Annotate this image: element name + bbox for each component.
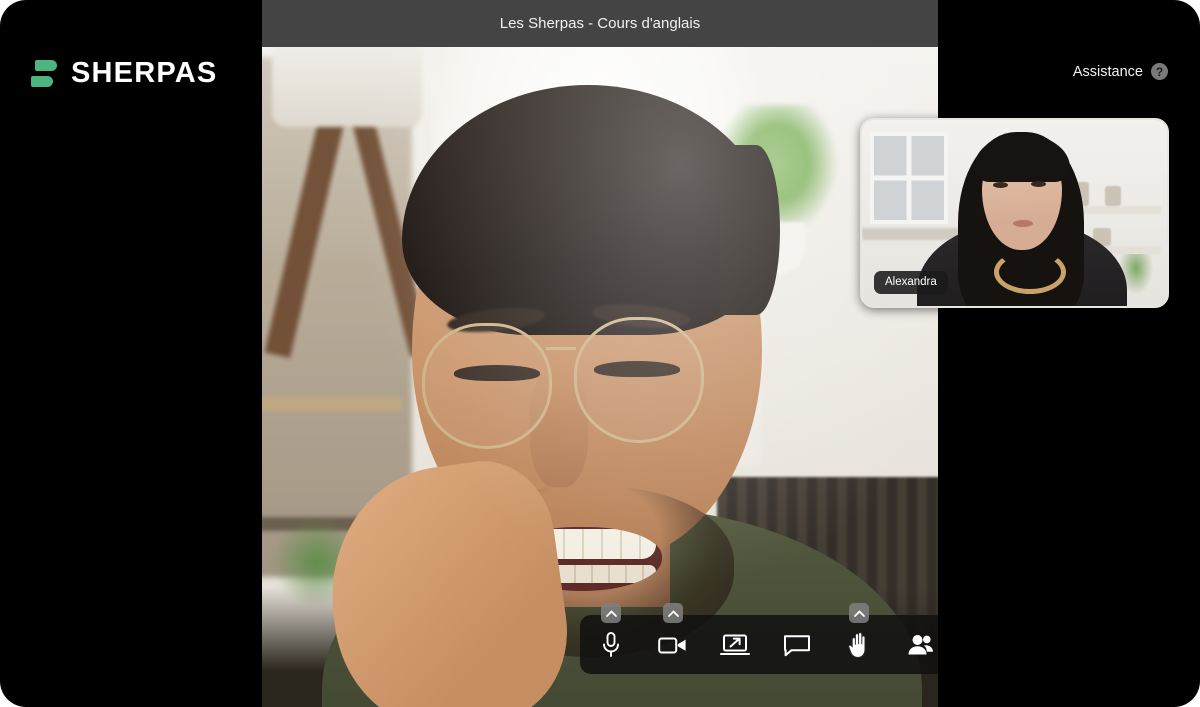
meeting-title: Les Sherpas - Cours d'anglais — [500, 15, 700, 32]
microphone-button[interactable] — [580, 615, 642, 674]
app-window: SHERPAS Assistance ? Les Sherpas - Cours… — [0, 0, 1200, 707]
raise-hand-button[interactable] — [828, 615, 890, 674]
assistance-label: Assistance — [1073, 64, 1143, 80]
video-stage: Les Sherpas - Cours d'anglais — [262, 0, 938, 707]
microphone-options-chevron-up-icon[interactable] — [601, 603, 621, 623]
pip-self-video[interactable]: Alexandra — [860, 118, 1169, 308]
screen-share-button[interactable] — [704, 615, 766, 674]
raise-hand-options-chevron-up-icon[interactable] — [849, 603, 869, 623]
people-icon — [907, 633, 935, 657]
meeting-titlebar: Les Sherpas - Cours d'anglais — [262, 0, 938, 47]
camera-options-chevron-up-icon[interactable] — [663, 603, 683, 623]
raised-hand-icon — [847, 631, 871, 659]
question-mark-circle-icon[interactable]: ? — [1151, 63, 1168, 80]
video-camera-icon — [658, 634, 688, 656]
pip-participant-name: Alexandra — [874, 271, 948, 294]
screen-share-icon — [720, 633, 750, 657]
camera-button[interactable] — [642, 615, 704, 674]
participants-button[interactable] — [890, 615, 938, 674]
microphone-icon — [600, 631, 622, 659]
main-speaker-figure — [262, 47, 938, 707]
chat-bubble-icon — [783, 633, 811, 657]
brand-name: SHERPAS — [71, 57, 217, 90]
brand-logo[interactable]: SHERPAS — [31, 55, 217, 91]
main-speaker-video[interactable] — [262, 47, 938, 707]
sherpas-bars-logo-icon — [31, 57, 57, 90]
chat-button[interactable] — [766, 615, 828, 674]
call-controls-bar — [580, 615, 938, 674]
assistance-button[interactable]: Assistance ? — [1073, 63, 1168, 80]
